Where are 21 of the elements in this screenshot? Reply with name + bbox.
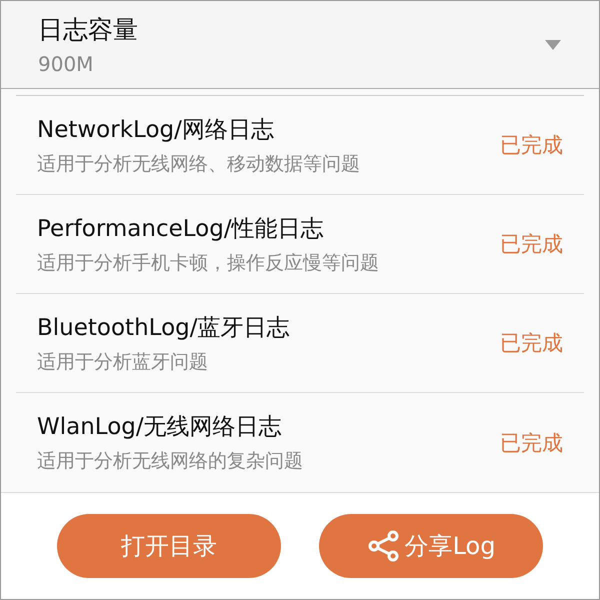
log-status: 已完成 [500,132,563,160]
log-title: PerformanceLog/性能日志 [37,214,325,244]
log-description: 适用于分析蓝牙问题 [37,350,209,375]
log-title: NetworkLog/网络日志 [37,116,275,145]
log-description: 适用于分析无线网络的复杂问题 [37,449,304,474]
share-icon [366,529,401,564]
capacity-label: 日志容量 [38,14,139,46]
log-item[interactable]: WlanLog/无线网络日志 适用于分析无线网络的复杂问题 已完成 [16,393,584,492]
capacity-value: 900M [38,52,94,76]
log-description: 适用于分析手机卡顿，操作反应慢等问题 [37,250,380,276]
log-item[interactable]: NetworkLog/网络日志 适用于分析无线网络、移动数据等问题 已完成 [16,96,584,196]
log-item[interactable]: PerformanceLog/性能日志 适用于分析手机卡顿，操作反应慢等问题 已完成 [16,195,584,294]
log-description: 适用于分析无线网络、移动数据等问题 [37,152,361,177]
log-status: 已完成 [500,330,563,358]
log-status: 已完成 [500,430,563,457]
log-status: 已完成 [500,231,563,258]
capacity-dropdown[interactable]: 日志容量 900M [1,1,599,90]
log-title: BluetoothLog/蓝牙日志 [37,314,290,343]
caret-icon [545,40,561,50]
log-item[interactable]: BluetoothLog/蓝牙日志 适用于分析蓝牙问题 已完成 [16,294,584,394]
log-title: WlanLog/无线网络日志 [37,413,283,442]
